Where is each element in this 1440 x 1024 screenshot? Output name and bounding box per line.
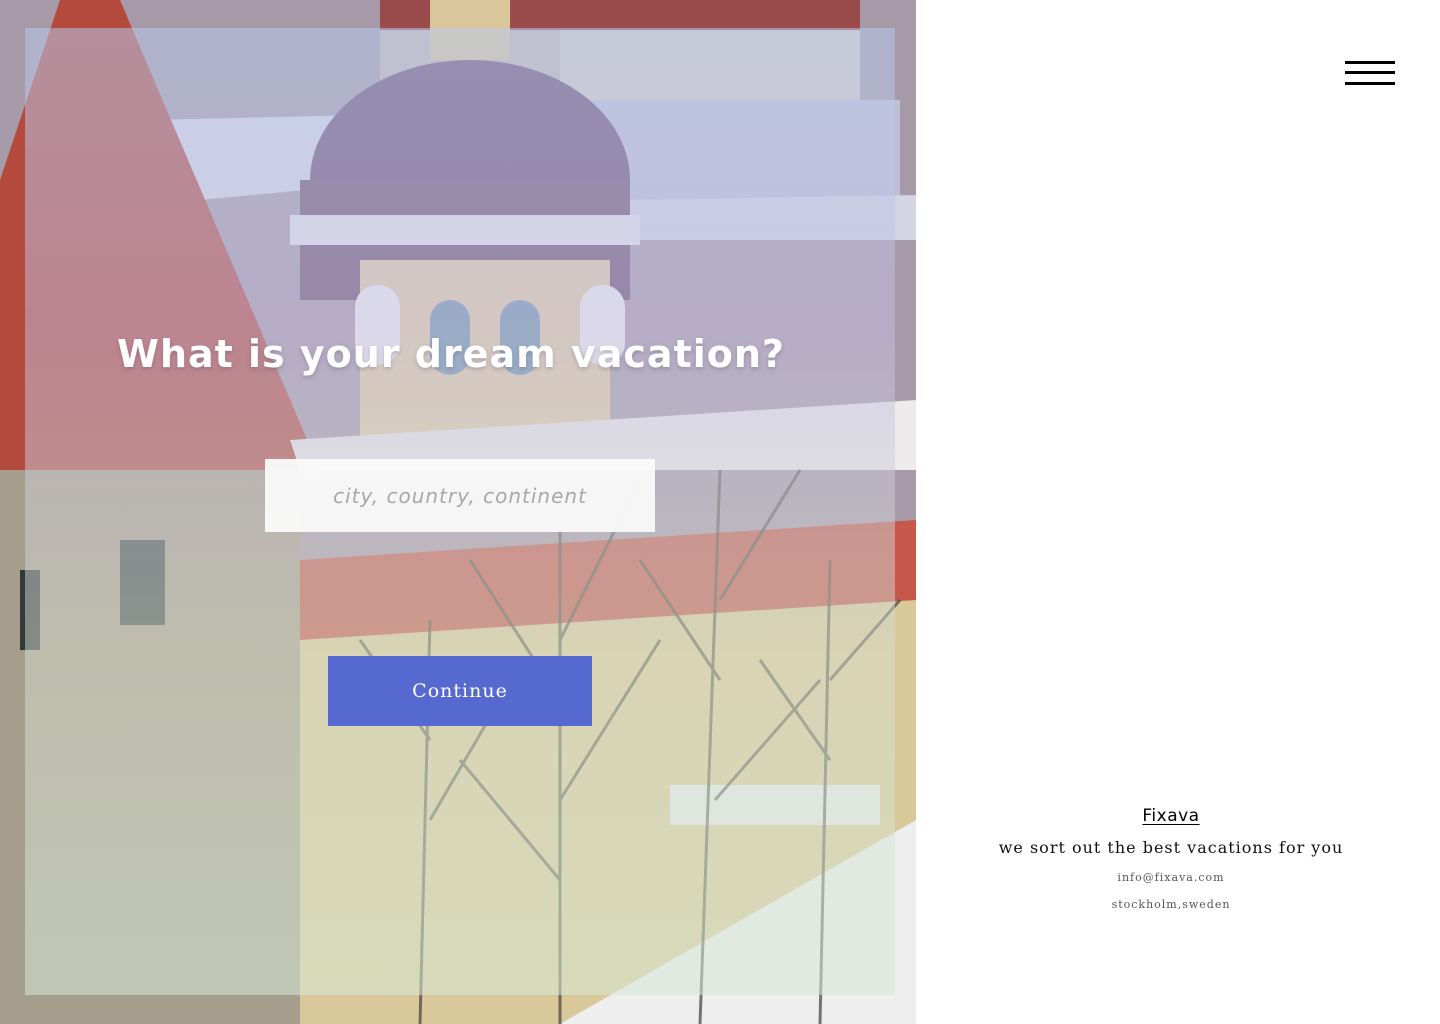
page: What is your dream vacation? Continue Fi…: [0, 0, 1440, 1024]
menu-bar-bottom: [1345, 82, 1395, 85]
destination-search-input[interactable]: [265, 459, 655, 532]
hero-section: What is your dream vacation? Continue: [0, 0, 916, 1024]
brand-link[interactable]: Fixava: [1142, 806, 1199, 826]
menu-bar-top: [1345, 61, 1395, 64]
hamburger-menu-icon[interactable]: [1345, 60, 1395, 88]
hero-headline: What is your dream vacation?: [117, 332, 785, 376]
menu-bar-middle: [1345, 71, 1395, 74]
contact-email: info@fixava.com: [1117, 871, 1225, 884]
continue-button[interactable]: Continue: [328, 656, 592, 726]
tagline: we sort out the best vacations for you: [998, 838, 1344, 857]
company-info: Fixava we sort out the best vacations fo…: [916, 806, 1426, 911]
location-text: stockholm,sweden: [1111, 898, 1231, 911]
